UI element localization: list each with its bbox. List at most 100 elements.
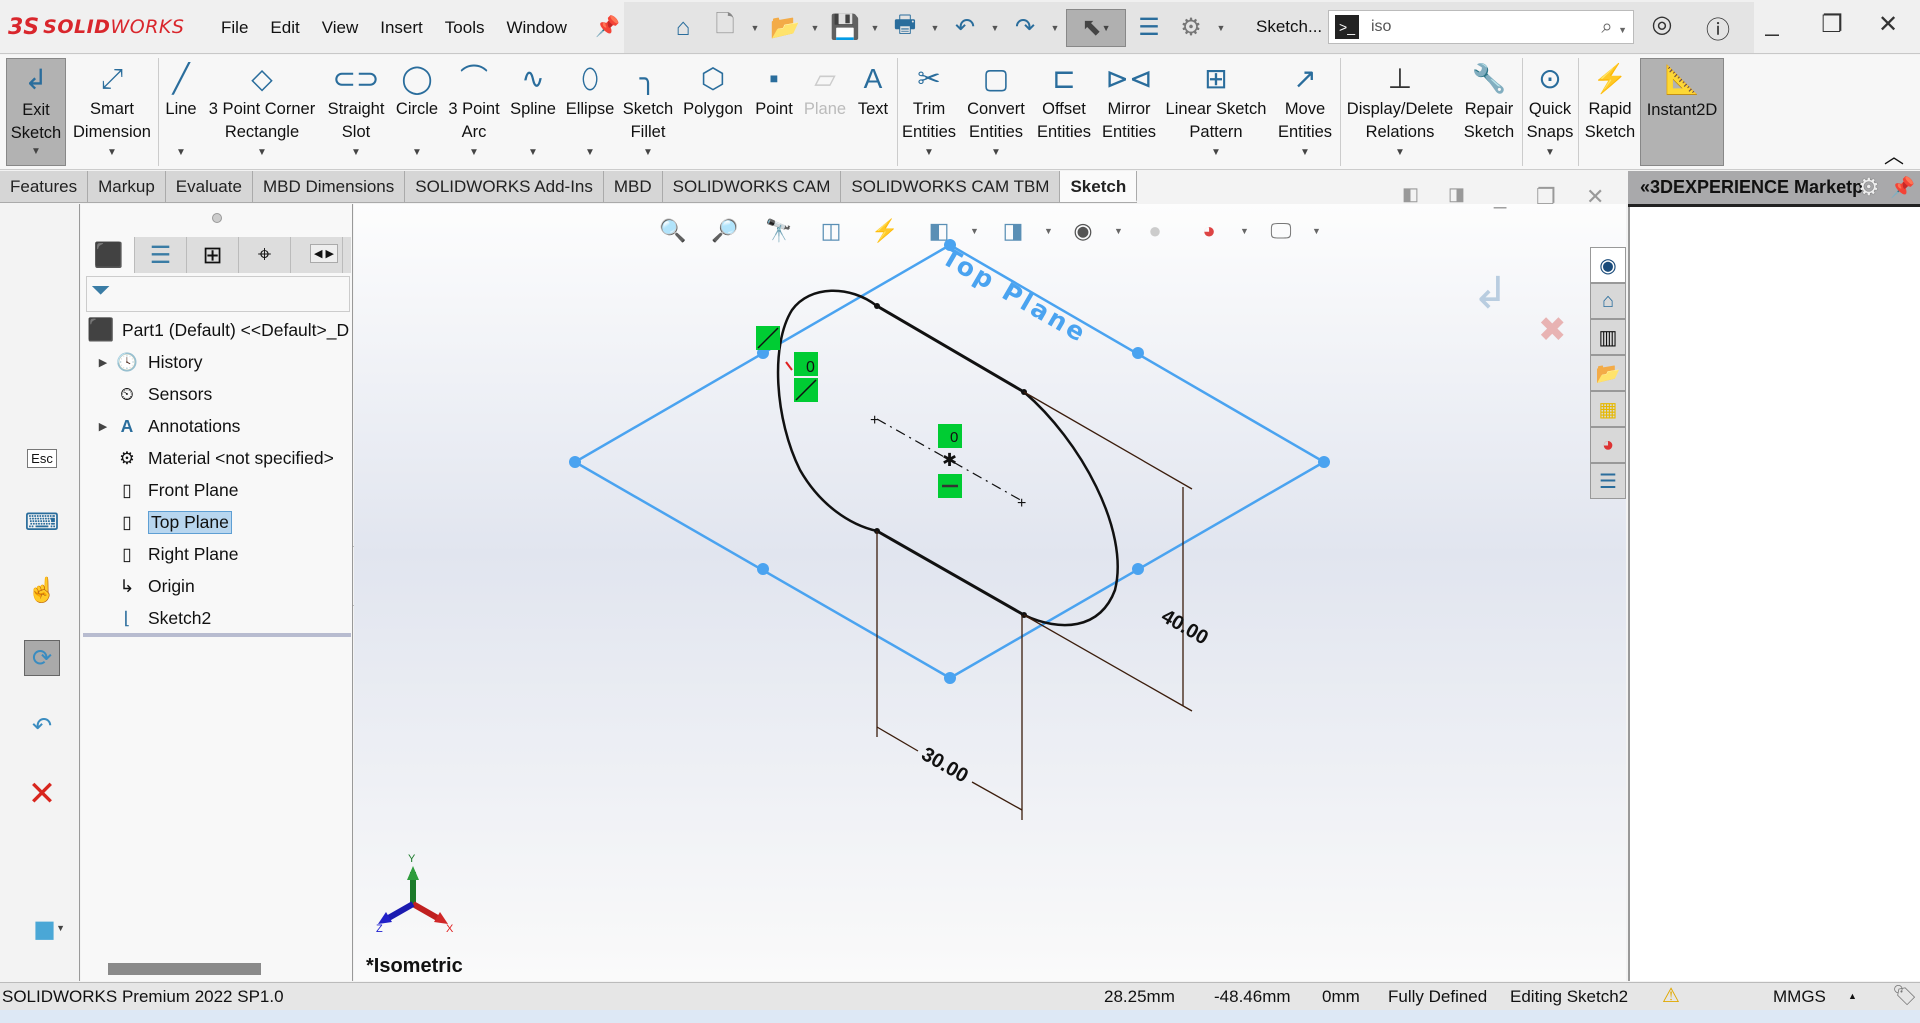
smart-dimension-button[interactable]: ⤢ Smart Dimension ▼ [70, 58, 154, 166]
select-hand-icon[interactable]: ☝ [24, 572, 60, 608]
slot-button[interactable]: ⊂⊃ Straight Slot ▼ [324, 58, 388, 166]
tab-solidworks-add-ins[interactable]: SOLIDWORKS Add-Ins [405, 171, 604, 202]
arc-button[interactable]: ⌒ 3 Point Arc ▼ [446, 58, 502, 166]
horizontal-scrollbar[interactable] [108, 963, 261, 975]
linear-pattern-button[interactable]: ⊞ Linear Sketch Pattern ▼ [1164, 58, 1268, 166]
plane-handle[interactable] [569, 456, 581, 468]
minimize-button[interactable]: _ [1752, 10, 1792, 38]
new-dropdown[interactable]: ▼ [748, 23, 762, 33]
print-dropdown[interactable]: ▼ [928, 23, 942, 33]
tab-markup[interactable]: Markup [88, 171, 166, 202]
pattern-dropdown[interactable]: ▼ [1211, 141, 1221, 164]
text-button[interactable]: A Text [852, 58, 894, 166]
mirror-entities-button[interactable]: ⊳⊲ Mirror Entities [1098, 58, 1160, 166]
property-manager-tab-icon[interactable]: ☰ [135, 237, 187, 273]
rotate-lock-icon[interactable]: ⟳ [24, 640, 60, 676]
rectangle-dropdown[interactable]: ▼ [257, 141, 267, 164]
redo-icon[interactable]: ↷ [1006, 9, 1044, 47]
custom-properties-icon[interactable]: ☰ [1590, 463, 1626, 499]
slot-dropdown[interactable]: ▼ [351, 141, 361, 164]
split-right-icon[interactable]: ◨ [1448, 184, 1465, 205]
tab-features[interactable]: Features [0, 171, 89, 202]
home-tab-icon[interactable]: ⌂ [1590, 283, 1626, 319]
trim-entities-button[interactable]: ✂ Trim Entities ▼ [900, 58, 958, 166]
tab-evaluate[interactable]: Evaluate [166, 171, 253, 202]
file-explorer-icon[interactable]: 📂 [1590, 355, 1626, 391]
plane-handle[interactable] [1132, 563, 1144, 575]
line-button[interactable]: ╱ Line ▼ [162, 58, 200, 166]
feature-tree-tab-icon[interactable]: ⬛ [83, 237, 135, 273]
plane-handle[interactable] [1318, 456, 1330, 468]
slot-bottom-line[interactable] [876, 529, 1025, 617]
tree-item-sketch2[interactable]: ⌊ Sketch2 [94, 604, 212, 632]
trim-dropdown[interactable]: ▼ [924, 141, 934, 164]
cancel-x-icon[interactable]: ✕ [24, 775, 60, 813]
save-dropdown[interactable]: ▼ [868, 23, 882, 33]
dim-30-value[interactable]: 30.00 [918, 743, 972, 787]
search-icon[interactable]: ⌕ ▼ [1601, 16, 1627, 39]
slot-left-arc[interactable] [776, 289, 878, 533]
save-icon[interactable]: 💾 [826, 9, 864, 47]
offset-entities-button[interactable]: ⊏ Offset Entities [1034, 58, 1094, 166]
tab-solidworks-cam[interactable]: SOLIDWORKS CAM [663, 171, 842, 202]
rapid-sketch-button[interactable]: ⚡ Rapid Sketch [1582, 58, 1638, 166]
menu-window[interactable]: Window [495, 16, 577, 40]
slot-top-line[interactable] [876, 304, 1025, 394]
restore-button[interactable]: ❐ [1812, 10, 1852, 39]
ellipse-dropdown[interactable]: ▼ [585, 141, 595, 164]
exit-sketch-dropdown[interactable]: ▼ [31, 140, 41, 163]
tab-solidworks-cam-tbm[interactable]: SOLIDWORKS CAM TBM [841, 171, 1061, 202]
split-left-icon[interactable]: ◧ [1402, 184, 1419, 205]
undo-icon[interactable]: ↶ [24, 708, 60, 744]
line-dropdown[interactable]: ▼ [176, 141, 186, 164]
esc-button[interactable]: Esc [24, 440, 60, 476]
tree-item-origin[interactable]: ↳ Origin [94, 572, 195, 600]
close-button[interactable]: ✕ [1868, 10, 1908, 39]
user-account-icon[interactable]: ◎ [1642, 10, 1682, 39]
menu-file[interactable]: File [210, 16, 259, 40]
collapse-ribbon-icon[interactable]: ︿ [1884, 140, 1904, 169]
tree-item-sensors[interactable]: ⏲ Sensors [94, 380, 212, 408]
print-icon[interactable]: 🖶 [886, 9, 924, 47]
redo-dropdown[interactable]: ▼ [1048, 23, 1062, 33]
circle-button[interactable]: ◯ Circle ▼ [392, 58, 442, 166]
exit-sketch-button[interactable]: ↲ Exit Sketch ▼ [6, 58, 66, 166]
tab-scroll-arrows[interactable]: ◀ ▶ [310, 244, 338, 263]
panel-grip-handle[interactable] [212, 213, 222, 223]
instant2d-button[interactable]: 📐 Instant2D [1640, 58, 1724, 166]
marketplace-settings-gear-icon[interactable]: ⚙ [1858, 173, 1880, 202]
relations-dropdown[interactable]: ▼ [1395, 141, 1405, 164]
smart-dimension-dropdown[interactable]: ▼ [107, 141, 117, 164]
plane-handle[interactable] [757, 563, 769, 575]
rebuild-warning-icon[interactable]: ⚠ [1662, 983, 1680, 1008]
appearances-icon[interactable]: ◕ [1590, 427, 1626, 463]
dimxpert-tab-icon[interactable]: ⌖ [239, 237, 291, 273]
units-dropdown-icon[interactable]: ▲ [1848, 991, 1857, 1001]
command-search-box[interactable]: >_ ⌕ ▼ [1328, 10, 1634, 44]
view-palette-icon[interactable]: ▦ [1590, 391, 1626, 427]
tab-sketch[interactable]: Sketch [1060, 171, 1138, 202]
tab-mbd-dimensions[interactable]: MBD Dimensions [253, 171, 406, 202]
move-dropdown[interactable]: ▼ [1300, 141, 1310, 164]
tree-item-front-plane[interactable]: ▯ Front Plane [94, 476, 238, 504]
ellipse-button[interactable]: ⬯ Ellipse ▼ [564, 58, 616, 166]
display-delete-relations-button[interactable]: ⊥ Display/Delete Relations ▼ [1344, 58, 1456, 166]
move-entities-button[interactable]: ↗ Move Entities ▼ [1272, 58, 1338, 166]
menu-tools[interactable]: Tools [434, 16, 496, 40]
snaps-dropdown[interactable]: ▼ [1545, 141, 1555, 164]
expand-arrow-icon[interactable]: ▶ [94, 420, 112, 433]
tree-item-material[interactable]: ⚙ Material <not specified> [94, 444, 334, 472]
plane-button[interactable]: ▱ Plane [800, 58, 850, 166]
solidworks-resources-icon[interactable]: ◉ [1590, 247, 1626, 283]
spline-button[interactable]: ∿ Spline ▼ [506, 58, 560, 166]
convert-entities-button[interactable]: ▢ Convert Entities ▼ [962, 58, 1030, 166]
help-icon[interactable]: ⓘ [1698, 10, 1738, 45]
plane-handle[interactable] [944, 672, 956, 684]
menu-view[interactable]: View [311, 16, 370, 40]
dim-30-line-left[interactable] [876, 726, 919, 752]
open-icon[interactable]: 📂 [766, 9, 804, 47]
dim-40-value[interactable]: 40.00 [1158, 605, 1212, 649]
menu-insert[interactable]: Insert [369, 16, 434, 40]
polygon-button[interactable]: ⬡ Polygon [680, 58, 746, 166]
circle-dropdown[interactable]: ▼ [412, 141, 422, 164]
